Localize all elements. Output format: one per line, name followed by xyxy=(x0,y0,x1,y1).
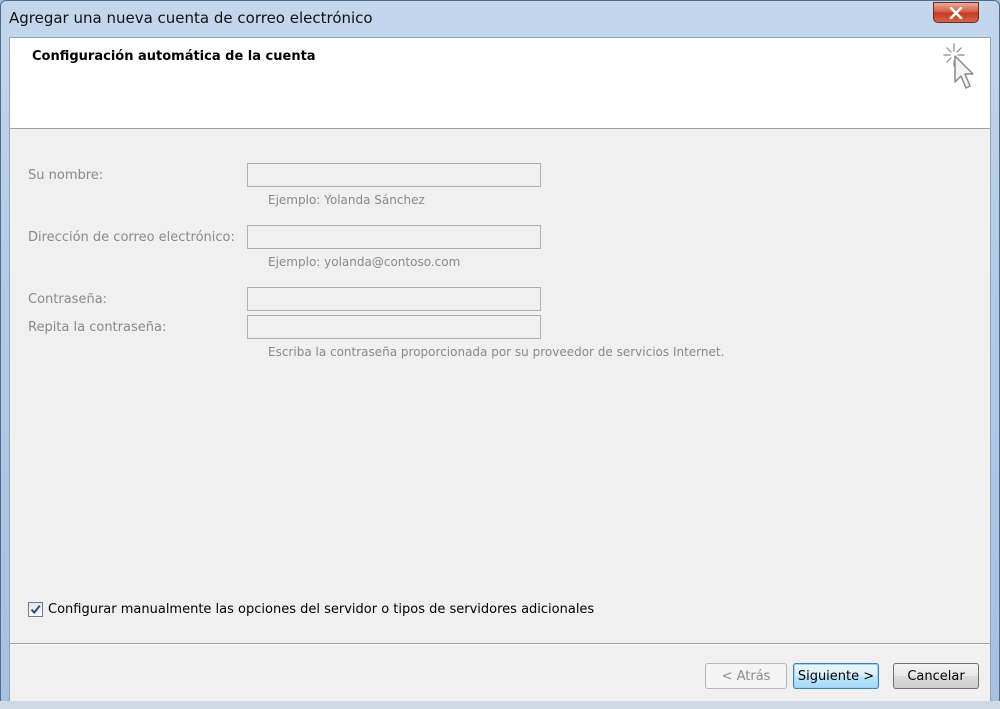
password-field[interactable] xyxy=(247,287,541,311)
name-label: Su nombre: xyxy=(28,168,104,183)
name-hint: Ejemplo: Yolanda Sánchez xyxy=(268,193,425,207)
name-field[interactable] xyxy=(247,163,541,187)
dialog-client-area: Configuración automática de la cuenta Su… xyxy=(9,37,991,702)
window-title: Agregar una nueva cuenta de correo elect… xyxy=(9,9,373,27)
password-hint: Escriba la contraseña proporcionada por … xyxy=(268,345,725,359)
email-label: Dirección de correo electrónico: xyxy=(28,230,235,245)
back-button[interactable]: < Atrás xyxy=(705,663,787,689)
manual-config-label: Configurar manualmente las opciones del … xyxy=(48,602,595,617)
page-title: Configuración automática de la cuenta xyxy=(32,49,316,64)
manual-config-checkbox[interactable] xyxy=(28,602,43,617)
email-field[interactable] xyxy=(247,225,541,249)
desktop-background xyxy=(0,701,1000,709)
email-hint: Ejemplo: yolanda@contoso.com xyxy=(268,255,461,269)
cancel-button[interactable]: Cancelar xyxy=(893,663,979,689)
password-repeat-label: Repita la contraseña: xyxy=(28,320,167,335)
wizard-header: Configuración automática de la cuenta xyxy=(10,38,990,129)
close-button[interactable] xyxy=(933,2,979,23)
checkmark-icon xyxy=(30,604,41,615)
next-button[interactable]: Siguiente > xyxy=(793,663,879,689)
wizard-cursor-icon xyxy=(943,43,974,89)
close-icon xyxy=(949,6,963,19)
title-bar[interactable]: Agregar una nueva cuenta de correo elect… xyxy=(1,1,999,37)
password-label: Contraseña: xyxy=(28,292,108,307)
dialog-window: Agregar una nueva cuenta de correo elect… xyxy=(0,0,1000,709)
manual-config-option[interactable]: Configurar manualmente las opciones del … xyxy=(28,602,594,617)
password-repeat-field[interactable] xyxy=(247,315,541,339)
footer-divider xyxy=(10,643,990,645)
